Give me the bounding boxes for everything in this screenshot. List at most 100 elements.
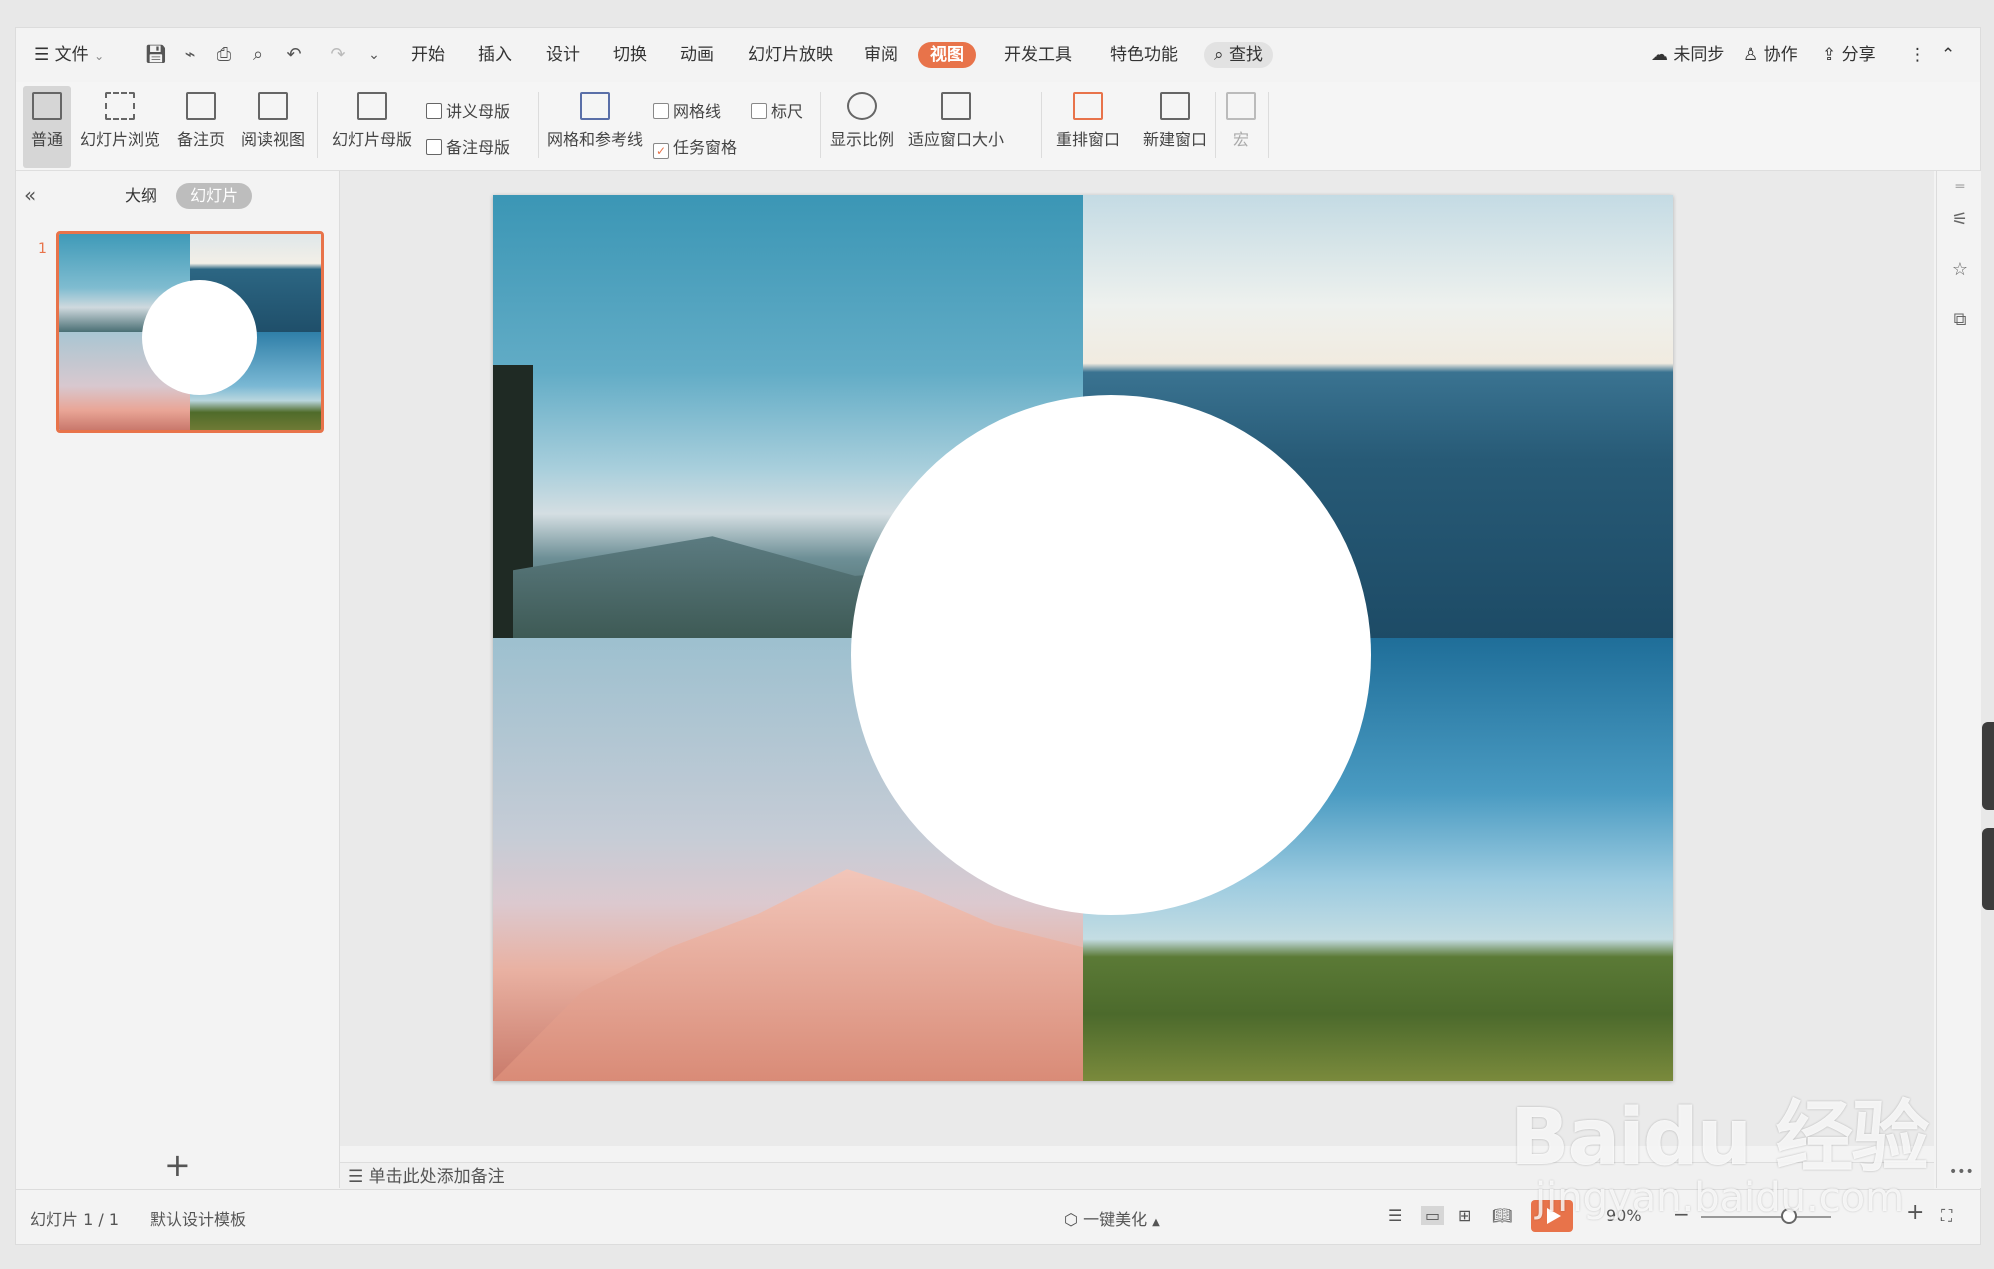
tab-animations[interactable]: 动画: [680, 42, 714, 68]
add-slide-icon[interactable]: +: [164, 1146, 191, 1184]
tab-review[interactable]: 审阅: [864, 42, 898, 68]
pin-icon[interactable]: ☆: [1949, 259, 1971, 281]
checkbox-checked-icon: ✓: [653, 143, 669, 159]
reading-view-button[interactable]: 阅读视图: [237, 92, 309, 150]
more-options-icon[interactable]: ⋮: [1909, 42, 1926, 68]
search-icon: ⌕: [1214, 45, 1224, 65]
slide-1[interactable]: [493, 195, 1673, 1081]
notes-page-button[interactable]: 备注页: [171, 92, 231, 150]
slide-number: 1: [38, 241, 47, 257]
macro-label: 宏: [1232, 130, 1249, 149]
gridlines-checkbox[interactable]: 网格线: [653, 98, 721, 122]
handout-master-button[interactable]: 讲义母版: [426, 98, 510, 122]
new-window-label: 新建窗口: [1142, 130, 1207, 149]
redo-icon[interactable]: ↷: [326, 43, 350, 67]
ruler-checkbox[interactable]: 标尺: [751, 98, 803, 122]
book-icon: [258, 92, 288, 120]
grid-guides-button[interactable]: 网格和参考线: [542, 92, 648, 150]
print-icon[interactable]: ⎙: [212, 43, 236, 67]
tab-insert[interactable]: 插入: [478, 42, 512, 68]
slide-browse-button[interactable]: 幻灯片浏览: [76, 92, 164, 150]
checkbox-unchecked-icon: [751, 103, 767, 119]
baidu-watermark-logo: Baidu 经验: [1510, 1093, 1929, 1183]
fit-window-button[interactable]: 适应窗口大小: [904, 92, 1008, 150]
new-window-icon: [1160, 92, 1190, 120]
slide-counter: 幻灯片 1 / 1: [30, 1210, 120, 1229]
collaborate-label: 协作: [1763, 45, 1798, 65]
notes-master-icon: [426, 139, 442, 155]
slide-sorter-status-icon[interactable]: ⊞: [1458, 1206, 1471, 1225]
share-icon: ⇪: [1822, 45, 1837, 65]
zoom-label: 显示比例: [829, 130, 894, 149]
undo-icon[interactable]: ↶: [282, 43, 306, 67]
macro-icon: [1226, 92, 1256, 120]
zoom-button[interactable]: 显示比例: [828, 92, 896, 150]
tab-outline[interactable]: 大纲: [111, 183, 171, 209]
caret-up-icon: ▲: [1152, 1217, 1160, 1228]
slide-thumbnail[interactable]: [56, 231, 324, 433]
drag-handle-icon[interactable]: ═: [1949, 176, 1971, 198]
tab-view[interactable]: 视图: [918, 42, 976, 68]
fit-window-label: 适应窗口大小: [907, 130, 1004, 149]
grid-guides-label: 网格和参考线: [546, 130, 643, 149]
new-window-button[interactable]: 新建窗口: [1141, 92, 1209, 150]
task-pane-checkbox[interactable]: ✓ 任务窗格: [653, 134, 737, 159]
collapse-panel-icon[interactable]: «: [24, 183, 36, 207]
format-painter-icon[interactable]: ⌁: [178, 43, 202, 67]
zoom-in-icon[interactable]: +: [1906, 1200, 1924, 1225]
normal-view-icon: [32, 92, 62, 120]
tab-developer[interactable]: 开发工具: [1004, 42, 1072, 68]
ribbon-view: 普通 幻灯片浏览 备注页 阅读视图 幻灯片母版 讲义母版 备注母版 网格和参考线: [16, 82, 1980, 171]
ribbon-divider: [1268, 92, 1269, 158]
beautify-button[interactable]: ⬡ 一键美化 ▲: [1064, 1206, 1160, 1230]
handout-icon: [426, 103, 442, 119]
slide-master-button[interactable]: 幻灯片母版: [328, 92, 416, 150]
more-icon[interactable]: •••: [1949, 1161, 1974, 1183]
baidu-watermark-url: jingyan.baidu.com: [1535, 1175, 1905, 1221]
notes-toggle-icon[interactable]: ☰: [1388, 1206, 1402, 1225]
collaborate-button[interactable]: ♙ 协作: [1743, 42, 1798, 68]
zoom-icon: [847, 92, 877, 120]
tab-design[interactable]: 设计: [546, 42, 580, 68]
file-menu-label: 文件: [54, 45, 89, 65]
cloud-icon: ☁: [1651, 45, 1668, 65]
backup-icon[interactable]: ⧉: [1949, 309, 1971, 331]
arrange-windows-icon: [1073, 92, 1103, 120]
share-button[interactable]: ⇪ 分享: [1822, 42, 1876, 68]
reading-view-status-icon[interactable]: 📖︎: [1492, 1206, 1512, 1225]
normal-view-button[interactable]: 普通: [23, 86, 71, 168]
menu-bar: ☰ 文件 ⌄ 💾︎ ⌁ ⎙ ⌕ ↶ ↷ ⌄ 开始 插入 设计 切换 动画 幻灯片…: [16, 28, 1980, 82]
slides-panel: « 大纲 幻灯片 1 +: [16, 171, 340, 1188]
handout-master-label: 讲义母版: [446, 102, 511, 121]
tab-home[interactable]: 开始: [411, 42, 445, 68]
search-box[interactable]: ⌕ 查找: [1204, 42, 1273, 68]
macro-button[interactable]: 宏: [1221, 92, 1261, 150]
properties-icon[interactable]: ⚟: [1949, 209, 1971, 231]
tab-transitions[interactable]: 切换: [613, 42, 647, 68]
fit-slide-icon[interactable]: ⛶: [1941, 1206, 1952, 1226]
tab-slideshow[interactable]: 幻灯片放映: [748, 42, 833, 68]
hamburger-icon: ☰: [34, 45, 50, 65]
print-preview-icon[interactable]: ⌕: [246, 43, 270, 67]
notes-icon: ☰: [348, 1167, 364, 1187]
arrange-windows-button[interactable]: 重排窗口: [1049, 92, 1127, 150]
collapse-ribbon-icon[interactable]: ⌃: [1941, 42, 1955, 68]
file-menu[interactable]: ☰ 文件 ⌄: [34, 42, 104, 68]
panel-tabs: 大纲 幻灯片: [111, 183, 253, 209]
ribbon-divider: [538, 92, 539, 158]
normal-view-status-icon[interactable]: ▭: [1421, 1206, 1445, 1225]
customize-chevron-icon[interactable]: ⌄: [362, 43, 386, 67]
edge-scroll-tab[interactable]: [1982, 828, 1994, 910]
notes-page-label: 备注页: [176, 130, 225, 149]
notes-page-icon: [186, 92, 216, 120]
template-name[interactable]: 默认设计模板: [150, 1206, 246, 1230]
sync-status[interactable]: ☁ 未同步: [1651, 42, 1724, 68]
user-add-icon: ♙: [1743, 45, 1759, 65]
notes-master-button[interactable]: 备注母版: [426, 134, 510, 158]
edge-scroll-tab[interactable]: [1982, 722, 1994, 810]
ribbon-divider: [1041, 92, 1042, 158]
save-icon[interactable]: 💾︎: [144, 43, 168, 67]
tab-slides[interactable]: 幻灯片: [176, 183, 253, 209]
white-circle-shape[interactable]: [851, 395, 1371, 915]
tab-special-features[interactable]: 特色功能: [1110, 42, 1178, 68]
